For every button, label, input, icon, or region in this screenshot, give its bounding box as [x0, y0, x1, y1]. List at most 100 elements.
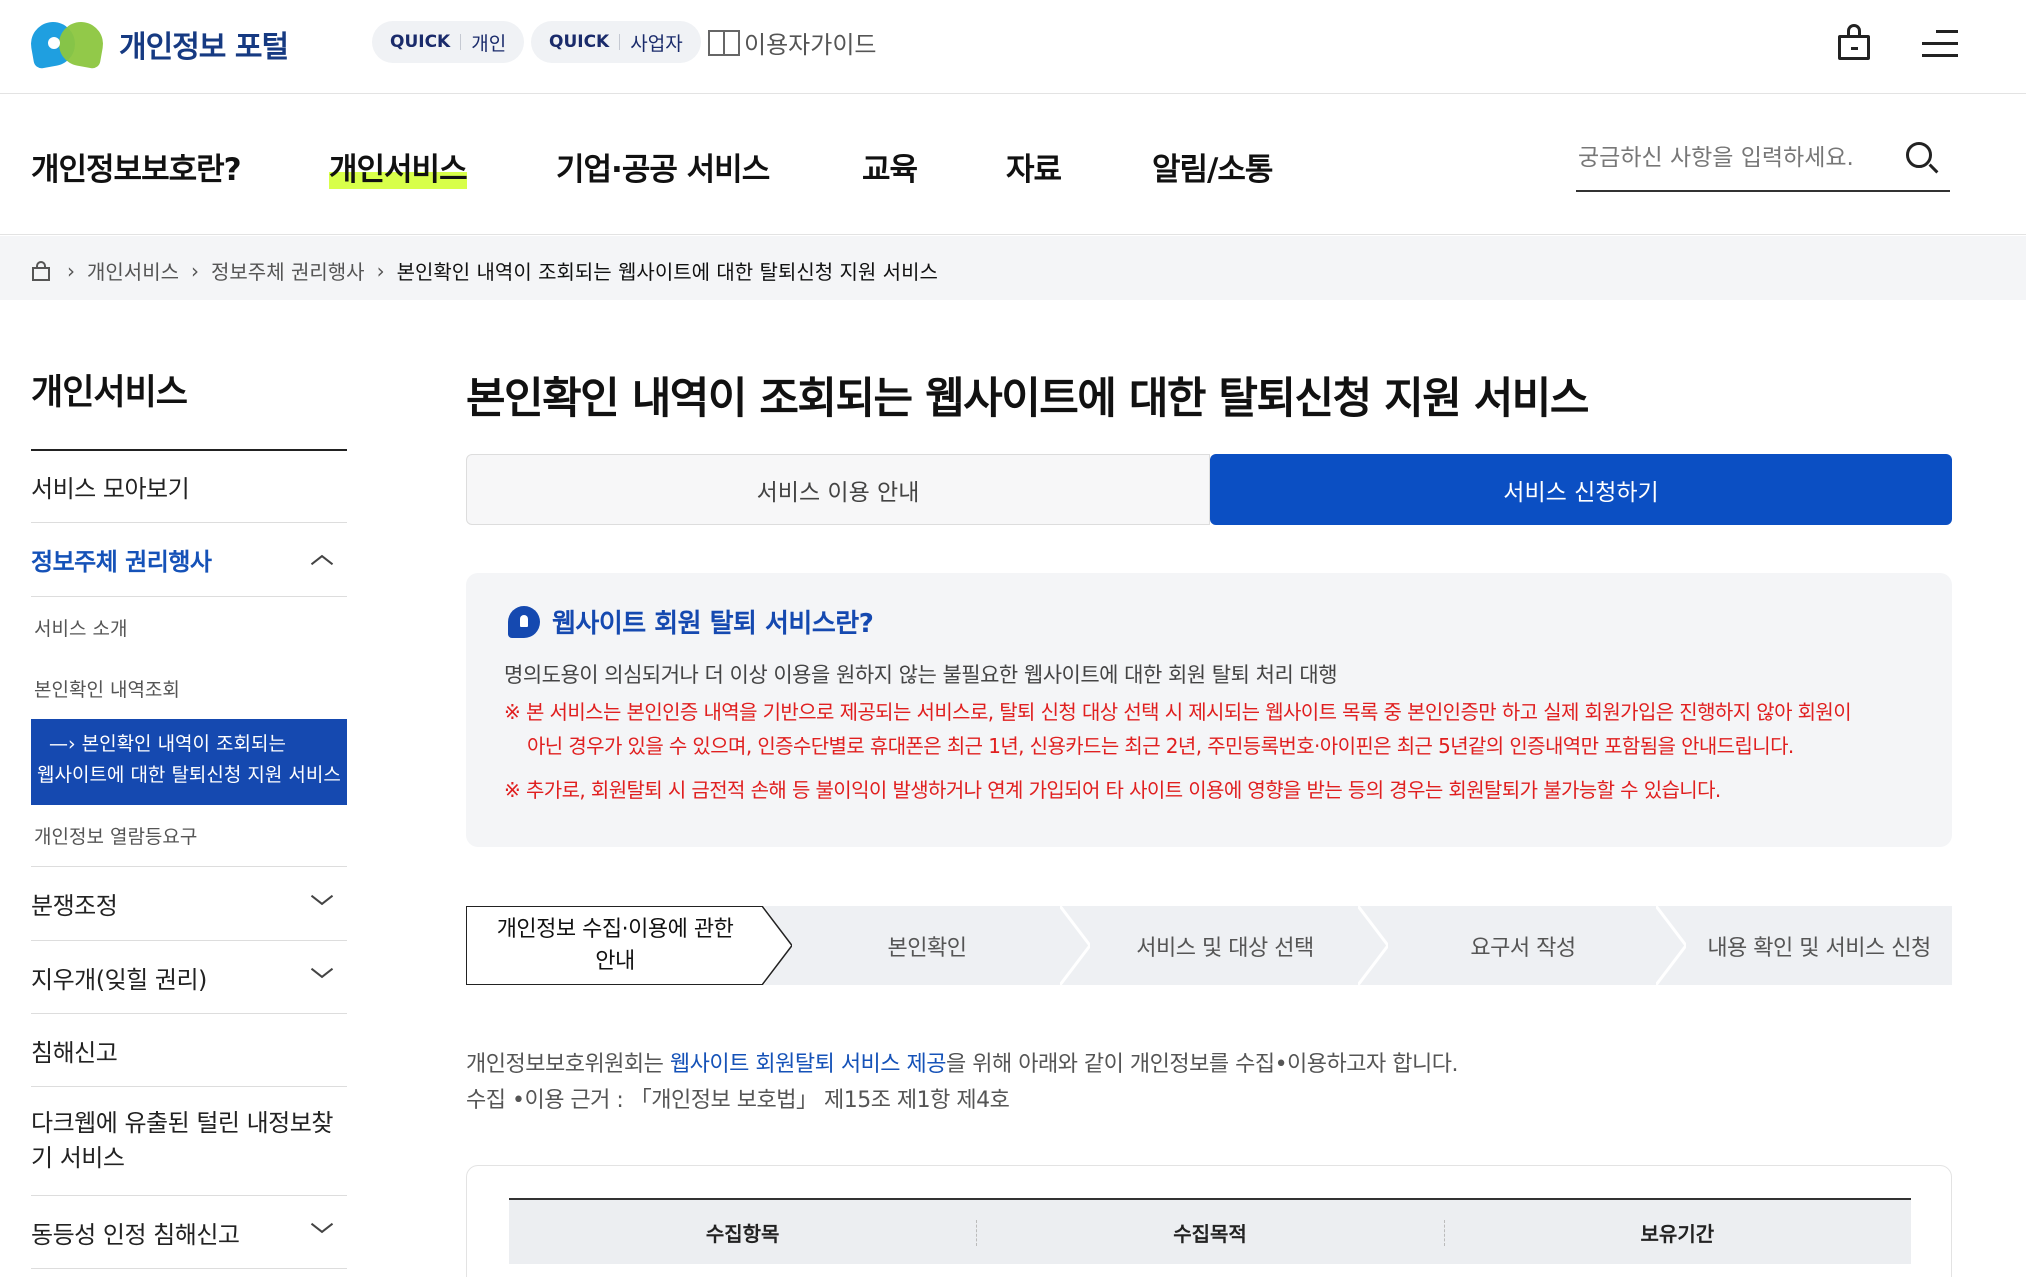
user-guide-link[interactable]: 이용자가이드: [708, 25, 876, 60]
quick-personal-button[interactable]: QUICK 개인: [372, 21, 525, 63]
quick-business-button[interactable]: QUICK 사업자: [531, 21, 701, 63]
chevron-up-icon: [309, 547, 335, 573]
step-item: 서비스 및 대상 선택: [1136, 935, 1314, 961]
warning-text: 아닌 경우가 있을 수 있으며, 인증수단별로 휴대폰은 최근 1년, 신용카드…: [527, 734, 1794, 758]
breadcrumb-current: 본인확인 내역이 조회되는 웹사이트에 대한 탈퇴신청 지원 서비스: [396, 260, 938, 284]
table-header: 수집항목 수집목적 보유기간: [509, 1198, 1911, 1264]
sidebar-item-equivalence-report[interactable]: 동등성 인정 침해신고: [31, 1196, 347, 1269]
step-indicator: 개인정보 수집·이용에 관한안내 본인확인 서비스 및 대상 선택 요구서 작성…: [466, 906, 1952, 985]
collection-intro: 개인정보보호위원회는 웹사이트 회원탈퇴 서비스 제공을 위해 아래와 같이 개…: [466, 1047, 1458, 1119]
arrow-right-icon: —›: [49, 733, 76, 755]
search-input[interactable]: [1578, 138, 1898, 178]
sidebar-subitem-identity-history[interactable]: 본인확인 내역조회: [31, 658, 347, 719]
gnb-item-education[interactable]: 교육: [862, 144, 918, 189]
chevron-right-icon: ›: [191, 258, 199, 283]
global-navigation: 개인정보보호란? 개인서비스 기업·공공 서비스 교육 자료 알림/소통: [0, 94, 2026, 235]
sidebar-item-infringement-report[interactable]: 침해신고: [31, 1014, 347, 1087]
breadcrumb-item[interactable]: 정보주체 권리행사: [211, 256, 365, 285]
gnb-item-privacy-about[interactable]: 개인정보보호란?: [31, 144, 242, 189]
user-guide-label: 이용자가이드: [744, 31, 877, 59]
quick-business-label: 사업자: [630, 32, 683, 55]
tab-service-apply[interactable]: 서비스 신청하기: [1210, 454, 1952, 525]
quick-tag: QUICK: [390, 32, 451, 52]
gnb-item-business-service[interactable]: 기업·공공 서비스: [556, 144, 770, 189]
top-bar: 개인정보 포털 QUICK 개인 QUICK 사업자 이용자가이드: [0, 0, 2026, 94]
step-arrow-icon: [1656, 906, 1686, 985]
chevron-down-icon: [309, 891, 335, 917]
login-lock-button[interactable]: [1836, 24, 1874, 62]
chevron-down-icon: [309, 1219, 335, 1245]
info-heading-text: 웹사이트 회원 탈퇴 서비스란?: [552, 609, 874, 639]
step-item: 본인확인: [887, 935, 967, 961]
search-icon[interactable]: [1906, 142, 1939, 174]
sidebar-item-label: 지우개(잊힐 권리): [31, 965, 207, 994]
gnb-item-notice[interactable]: 알림/소통: [1152, 144, 1273, 189]
book-icon: [708, 29, 740, 56]
sidebar-item-darkweb[interactable]: 다크웹에 유출된 털린 내정보찾기 서비스: [31, 1087, 347, 1196]
logo-icon: [27, 18, 107, 70]
intro-text: 을 위해 아래와 같이 개인정보를 수집•이용하고자 합니다.: [946, 1052, 1458, 1077]
site-logo[interactable]: 개인정보 포털: [27, 18, 289, 70]
notice-mark: ※: [504, 700, 521, 724]
column-header: 보유기간: [1443, 1200, 1911, 1264]
tab-bar: 서비스 이용 안내 서비스 신청하기: [466, 454, 1952, 525]
chevron-right-icon: ›: [67, 258, 75, 283]
sidebar-subitem-label: 웹사이트에 대한 탈퇴신청 지원 서비스: [37, 764, 341, 786]
intro-text: 개인정보보호위원회는: [466, 1052, 670, 1077]
column-header: 수집목적: [976, 1200, 1443, 1264]
step-arrow-icon: [1358, 906, 1388, 985]
page-title: 본인확인 내역이 조회되는 웹사이트에 대한 탈퇴신청 지원 서비스: [466, 374, 1589, 424]
home-icon[interactable]: [31, 260, 51, 281]
logo-text: 개인정보 포털: [119, 30, 289, 65]
search-box: [1576, 134, 1950, 192]
collection-table-card: 수집항목 수집목적 보유기간: [466, 1165, 1952, 1277]
sidebar-subitem-label: 본인확인 내역이 조회되는: [81, 733, 286, 755]
speech-bubble-icon: [508, 605, 540, 638]
step-item: 내용 확인 및 서비스 신청: [1707, 935, 1931, 961]
chevron-right-icon: ›: [376, 258, 385, 283]
intro-highlight: 웹사이트 회원탈퇴 서비스 제공: [669, 1052, 947, 1077]
tab-service-guide[interactable]: 서비스 이용 안내: [466, 454, 1210, 525]
sidebar-item-rights-exercise[interactable]: 정보주체 권리행사: [31, 523, 347, 597]
notice-mark: ※: [504, 778, 521, 802]
info-description: 명의도용이 의심되거나 더 이상 이용을 원하지 않는 불필요한 웹사이트에 대…: [504, 663, 1338, 687]
gnb-item-resources[interactable]: 자료: [1006, 144, 1062, 189]
breadcrumb-item[interactable]: 개인서비스: [87, 256, 179, 285]
step-label: 개인정보 수집·이용에 관한: [496, 916, 734, 942]
sidebar-item-label: 정보주체 권리행사: [31, 548, 212, 576]
sidebar-subitem-access-request[interactable]: 개인정보 열람등요구: [31, 805, 347, 867]
sidebar-subitem-withdrawal-service[interactable]: —› 본인확인 내역이 조회되는 웹사이트에 대한 탈퇴신청 지원 서비스: [31, 719, 347, 805]
warning-text: 본 서비스는 본인인증 내역을 기반으로 제공되는 서비스로, 탈퇴 신청 대상…: [526, 700, 1852, 724]
sidebar-item-label: 동등성 인정 침해신고: [31, 1220, 240, 1249]
sidebar-item-dispute[interactable]: 분쟁조정: [31, 867, 347, 941]
step-item-active: 개인정보 수집·이용에 관한안내: [466, 906, 763, 985]
sidebar-item-label: 다크웹에 유출된 털린 내정보찾기 서비스: [31, 1109, 333, 1172]
step-item: 요구서 작성: [1470, 935, 1576, 961]
warning-notice-1: ※ 본 서비스는 본인인증 내역을 기반으로 제공되는 서비스로, 탈퇴 신청 대…: [504, 695, 1924, 763]
divider: [619, 34, 621, 50]
gnb-item-personal-service[interactable]: 개인서비스: [329, 144, 468, 189]
step-arrow-icon: [1060, 906, 1090, 985]
step-label: 안내: [595, 948, 635, 974]
menu-icon: [1936, 30, 1958, 33]
sidebar-item-label: 서비스 모아보기: [31, 475, 190, 503]
quick-personal-label: 개인: [471, 32, 507, 55]
sidebar-title: 개인서비스: [31, 373, 188, 413]
sidebar-item-service-overview[interactable]: 서비스 모아보기: [31, 451, 347, 523]
warning-text: 추가로, 회원탈퇴 시 금전적 손해 등 불이익이 발생하거나 연계 가입되어 …: [526, 778, 1721, 802]
hamburger-menu-button[interactable]: [1922, 30, 1958, 60]
service-info-box: 웹사이트 회원 탈퇴 서비스란? 명의도용이 의심되거나 더 이상 이용을 원하…: [466, 573, 1952, 847]
column-header: 수집항목: [705, 1221, 780, 1246]
sidebar-item-eraser[interactable]: 지우개(잊힐 권리): [31, 941, 347, 1014]
sidebar-item-label: 분쟁조정: [31, 892, 118, 920]
divider: [460, 34, 462, 50]
chevron-down-icon: [309, 964, 335, 990]
sidebar-subitem-service-intro[interactable]: 서비스 소개: [31, 597, 347, 658]
quick-tag: QUICK: [549, 32, 610, 52]
sidebar-item-label: 침해신고: [31, 1038, 118, 1067]
warning-notice-2: ※ 추가로, 회원탈퇴 시 금전적 손해 등 불이익이 발생하거나 연계 가입되어…: [504, 773, 1721, 807]
sidebar: 서비스 모아보기 정보주체 권리행사 서비스 소개 본인확인 내역조회 —› 본인…: [31, 449, 347, 1269]
step-arrow-icon: [762, 906, 792, 985]
legal-basis: 수집 •이용 근거 : 「개인정보 보호법」 제15조 제1항 제4호: [466, 1088, 1010, 1113]
breadcrumb: › 개인서비스 › 정보주체 권리행사 › 본인확인 내역이 조회되는 웹사이트…: [0, 236, 2026, 300]
